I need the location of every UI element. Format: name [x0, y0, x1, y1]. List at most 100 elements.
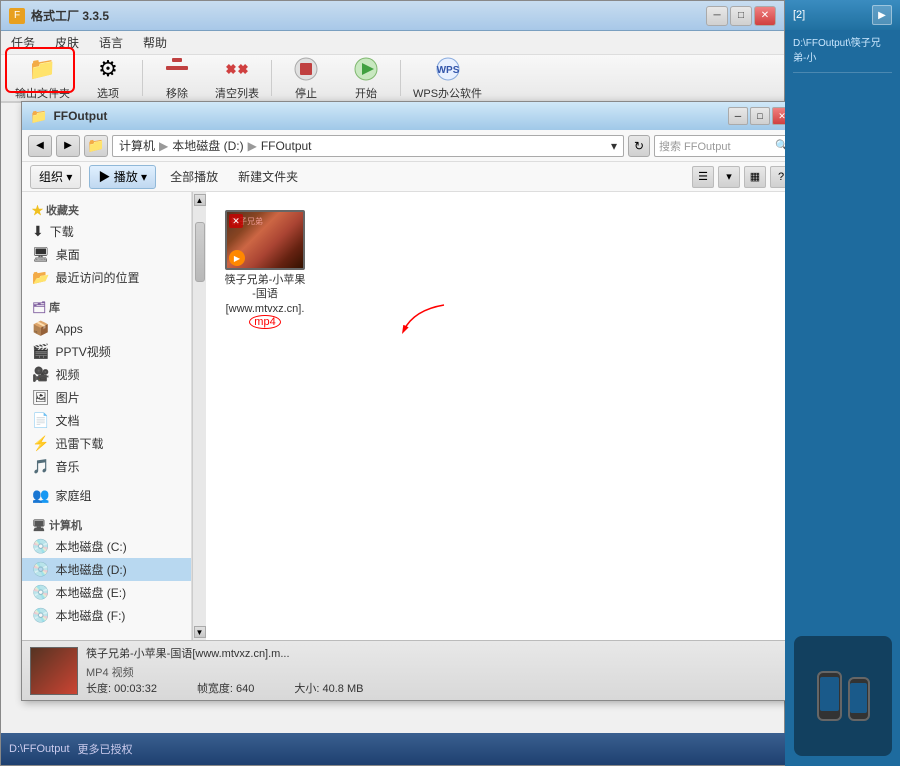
- organize-button[interactable]: 组织 ▾: [30, 165, 81, 189]
- phone-screen-2: [850, 683, 867, 713]
- bc-dropdown[interactable]: ▾: [611, 139, 617, 153]
- sidebar-item-recent[interactable]: 📂 最近访问的位置: [22, 266, 191, 289]
- view-details-button[interactable]: ▦: [744, 166, 766, 188]
- right-panel-path: D:\FFOutput\筷子兄弟-小: [785, 30, 900, 68]
- start-label: 开始: [355, 85, 377, 101]
- sidebar-item-apps-label: Apps: [55, 322, 82, 336]
- sidebar-item-apps[interactable]: 📦 Apps: [22, 317, 191, 340]
- right-panel-title: [2]: [793, 9, 805, 21]
- play-button[interactable]: ▶ 播放 ▾: [89, 165, 156, 189]
- fb-restore[interactable]: □: [750, 107, 770, 125]
- status-bar: 筷子兄弟-小苹果-国语[www.mtvxz.cn].m... MP4 视频 长度…: [22, 640, 800, 700]
- file-browser: 📁 FFOutput ─ □ ✕ ◀ ▶ 📁 计算机 ▶ 本地磁盘 (D:) ▶…: [21, 101, 801, 701]
- file-item[interactable]: 筷子兄弟 ▶ ✕ 筷子兄弟-小苹果 -国语 [www.mtvxz.cn]. mp…: [220, 206, 310, 332]
- file-ext: mp4: [249, 316, 280, 328]
- play-label: ▶ 播放 ▾: [98, 168, 147, 185]
- right-scroll-button[interactable]: ▶: [872, 5, 892, 25]
- menu-skin[interactable]: 皮肤: [51, 32, 83, 53]
- start-button[interactable]: 开始: [338, 51, 394, 105]
- sidebar-item-thunder[interactable]: ⚡ 迅雷下载: [22, 432, 191, 455]
- search-box[interactable]: 搜索 FFOutput 🔍: [654, 135, 794, 157]
- remove-button[interactable]: 移除: [149, 51, 205, 105]
- sidebar-item-download[interactable]: ⬇ 下载: [22, 220, 191, 243]
- status-filename: 筷子兄弟-小苹果-国语[www.mtvxz.cn].m...: [86, 645, 792, 661]
- options-label: 选项: [97, 85, 119, 101]
- music-icon: 🎵: [32, 458, 49, 475]
- scroll-down-arrow[interactable]: ▼: [194, 626, 206, 638]
- menu-help[interactable]: 帮助: [139, 32, 171, 53]
- up-button[interactable]: 📁: [84, 135, 108, 157]
- scroll-up-arrow[interactable]: ▲: [194, 194, 206, 206]
- play-all-button[interactable]: 全部播放: [164, 166, 224, 187]
- sidebar-item-homegroup[interactable]: 👥 家庭组: [22, 484, 191, 507]
- phone-shape-2: [848, 677, 870, 721]
- view-dropdown-button[interactable]: ▾: [718, 166, 740, 188]
- menu-task[interactable]: 任务: [7, 32, 39, 53]
- wps-button[interactable]: WPS WPS办公软件: [407, 51, 488, 105]
- content-area: 筷子兄弟 ▶ ✕ 筷子兄弟-小苹果 -国语 [www.mtvxz.cn]. mp…: [206, 192, 800, 640]
- menu-language[interactable]: 语言: [95, 32, 127, 53]
- fb-body: ★ 收藏夹 ⬇ 下载 🖥 桌面 📂 最近访问: [22, 192, 800, 640]
- scroll-thumb[interactable]: [195, 222, 205, 282]
- clear-list-icon: [223, 55, 251, 83]
- wps-label: WPS办公软件: [413, 85, 482, 101]
- file-name: 筷子兄弟-小苹果 -国语 [www.mtvxz.cn].: [225, 273, 306, 316]
- main-window: F 格式工厂 3.3.5 ─ □ ✕ 任务 皮肤 语言 帮助 📁 输出文件夹 ⚙…: [0, 0, 785, 766]
- bc-drive[interactable]: 本地磁盘 (D:): [172, 137, 243, 154]
- stop-button[interactable]: 停止: [278, 51, 334, 105]
- new-folder-button[interactable]: 新建文件夹: [232, 166, 304, 187]
- video-icon: 🎥: [32, 366, 49, 383]
- svg-text:WPS: WPS: [436, 65, 459, 76]
- status-meta: 长度: 00:03:32 帧宽度: 640 大小: 40.8 MB: [86, 680, 792, 696]
- bc-computer[interactable]: 计算机: [119, 137, 155, 154]
- sidebar-item-music[interactable]: 🎵 音乐: [22, 455, 191, 478]
- status-width: 帧宽度: 640: [197, 680, 254, 696]
- sidebar-item-pptv[interactable]: 🎬 PPTV视频: [22, 340, 191, 363]
- sidebar-item-docs[interactable]: 📄 文档: [22, 409, 191, 432]
- back-button[interactable]: ◀: [28, 135, 52, 157]
- sidebar-item-images[interactable]: 🖼 图片: [22, 386, 191, 409]
- file-ext-circle: mp4: [249, 315, 280, 329]
- output-folder-button[interactable]: 📁 输出文件夹: [9, 51, 76, 105]
- refresh-button[interactable]: ↻: [628, 135, 650, 157]
- options-icon: ⚙: [94, 55, 122, 83]
- view-mode-button[interactable]: ☰: [692, 166, 714, 188]
- sidebar-item-c[interactable]: 💿 本地磁盘 (C:): [22, 535, 191, 558]
- status-duration: 长度: 00:03:32: [86, 680, 157, 696]
- fb-minimize[interactable]: ─: [728, 107, 748, 125]
- status-filetype: MP4 视频: [86, 664, 792, 680]
- minimize-button[interactable]: ─: [706, 6, 728, 26]
- phone-screen-1: [820, 677, 839, 711]
- sidebar-item-e[interactable]: 💿 本地磁盘 (E:): [22, 581, 191, 604]
- sidebar-item-d[interactable]: 💿 本地磁盘 (D:): [22, 558, 191, 581]
- sidebar-scrollbar[interactable]: ▲ ▼: [192, 192, 206, 640]
- annotation-arrow: [394, 300, 454, 340]
- right-panel-header: [2] ▶: [785, 0, 900, 30]
- forward-button[interactable]: ▶: [56, 135, 80, 157]
- status-size: 大小: 40.8 MB: [294, 680, 363, 696]
- clear-list-button[interactable]: 清空列表: [209, 51, 265, 105]
- bc-folder[interactable]: FFOutput: [261, 139, 312, 153]
- wps-icon: WPS: [434, 55, 462, 83]
- restore-button[interactable]: □: [730, 6, 752, 26]
- taskbar-path: D:\FFOutput: [9, 743, 70, 755]
- title-bar-left: F 格式工厂 3.3.5: [9, 7, 109, 24]
- phone-widget: [794, 636, 892, 756]
- sidebar-container: ★ 收藏夹 ⬇ 下载 🖥 桌面 📂 最近访问: [22, 192, 206, 640]
- sidebar-item-video[interactable]: 🎥 视频: [22, 363, 191, 386]
- sidebar-item-desktop[interactable]: 🖥 桌面: [22, 243, 191, 266]
- computer-icon: 🖥: [32, 520, 46, 532]
- folder-up-icon: 📁: [87, 137, 104, 154]
- homegroup-icon: 👥: [32, 487, 49, 504]
- sidebar-item-f-label: 本地磁盘 (F:): [55, 607, 125, 624]
- stop-icon: [292, 55, 320, 83]
- file-name-line3: [www.mtvxz.cn].: [226, 303, 305, 315]
- options-button[interactable]: ⚙ 选项: [80, 51, 136, 105]
- file-name-line1: 筷子兄弟-小苹果: [225, 274, 306, 286]
- breadcrumb[interactable]: 计算机 ▶ 本地磁盘 (D:) ▶ FFOutput ▾: [112, 135, 624, 157]
- close-button[interactable]: ✕: [754, 6, 776, 26]
- sidebar-item-f[interactable]: 💿 本地磁盘 (F:): [22, 604, 191, 627]
- fb-title-bar: 📁 FFOutput ─ □ ✕: [22, 102, 800, 130]
- sidebar-item-music-label: 音乐: [55, 458, 79, 475]
- fb-controls: ─ □ ✕: [728, 107, 792, 125]
